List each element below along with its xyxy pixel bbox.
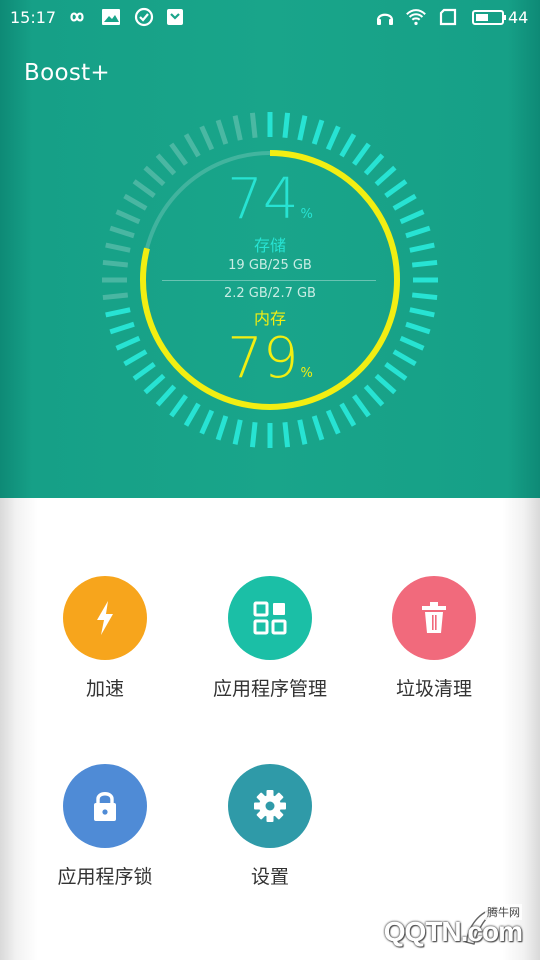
gauge-tick (249, 421, 258, 448)
gauge-tick (339, 133, 357, 158)
gauge-tick (115, 335, 141, 351)
gauge-tick (109, 225, 135, 239)
settings-tile[interactable]: 设置 (185, 764, 355, 889)
gauge-tick (132, 362, 156, 381)
app-manager-label: 应用程序管理 (212, 678, 327, 700)
gauge-tick (352, 394, 371, 418)
boost-label: 加速 (85, 678, 124, 700)
gauge-tick (399, 335, 425, 351)
gauge-tick (249, 112, 258, 139)
gauge-tick (123, 193, 148, 211)
gauge-divider (162, 280, 376, 281)
memory-readout: 2.2 GB/2.7 GB 内存 79% (170, 286, 370, 387)
gauge-tick (199, 125, 215, 151)
tools-panel: 加速 应用程序管理 垃圾清理 应用程序锁 设置 腾牛网 QQTN.com (0, 498, 540, 960)
gauge-tick (215, 415, 229, 441)
gauge-tick (232, 115, 243, 141)
gauge-tick (411, 259, 438, 268)
gauge-tick (132, 179, 156, 198)
gauge-tick (363, 153, 385, 176)
storage-percent: 74 (227, 167, 299, 232)
gauge-tick (155, 153, 177, 176)
app-manager-tile[interactable]: 应用程序管理 (185, 576, 355, 701)
gauge-tick (409, 307, 435, 318)
gauge-tick (297, 115, 308, 141)
watermark: 腾牛网 QQTN.com (332, 894, 532, 954)
gauge-tick (123, 349, 148, 367)
lock-icon (94, 792, 116, 821)
gauge-tick (352, 142, 371, 166)
gauge-tick (297, 419, 308, 445)
gauge-tick (143, 373, 166, 395)
app-lock-tile[interactable]: 应用程序锁 (20, 764, 190, 889)
memory-percent: 79 (227, 326, 299, 391)
gauge-tick (339, 402, 357, 427)
gauge-tick (183, 133, 201, 158)
gauge-tick (199, 409, 215, 435)
gauge-tick (392, 349, 417, 367)
gauge-tick (325, 125, 341, 151)
junk-clean-button[interactable] (392, 576, 476, 660)
gauge-tick (409, 242, 435, 253)
gauge-tick (311, 119, 325, 145)
gauge-tick (169, 142, 188, 166)
grid-icon (253, 601, 287, 635)
gauge-tick (115, 209, 141, 225)
junk-clean-label: 垃圾清理 (395, 678, 472, 700)
storage-readout: 74% 存储 19 GB/25 GB (170, 172, 370, 274)
gauge-tick (109, 321, 135, 335)
gauge-tick (363, 384, 385, 407)
gauge-tick (169, 394, 188, 418)
gauge-tick (102, 259, 129, 268)
app-lock-label: 应用程序锁 (57, 866, 153, 888)
gauge-tick (384, 362, 408, 381)
header-panel: 15:17 44 Boost+ 74 % 存储 19 GB/25 GB 2.2 … (0, 0, 540, 498)
gauge-tick (384, 179, 408, 198)
gear-icon (254, 790, 286, 822)
gauge-tick (325, 409, 341, 435)
boost-button[interactable] (63, 576, 147, 660)
app-lock-button[interactable] (63, 764, 147, 848)
gauge-tick (374, 165, 397, 187)
gauge-tick (105, 307, 131, 318)
boost-tile[interactable]: 加速 (20, 576, 190, 701)
lightning-icon (97, 601, 113, 635)
gauge-tick (105, 242, 131, 253)
gauge-tick (183, 402, 201, 427)
gauge-tick (232, 419, 243, 445)
settings-button[interactable] (228, 764, 312, 848)
junk-clean-tile[interactable]: 垃圾清理 (349, 576, 519, 701)
app-manager-button[interactable] (228, 576, 312, 660)
gauge-tick (405, 225, 431, 239)
settings-label: 设置 (250, 866, 289, 888)
gauge-tick (411, 292, 438, 301)
gauge-tick (155, 384, 177, 407)
gauge-tick (374, 373, 397, 395)
gauge-tick (405, 321, 431, 335)
memory-percent-sign: % (300, 366, 313, 381)
memory-usage: 2.2 GB/2.7 GB (224, 286, 316, 301)
gauge-tick (399, 209, 425, 225)
watermark-brand: QQTN.com (383, 916, 523, 947)
gauge-tick (215, 119, 229, 145)
gauge-tick (392, 193, 417, 211)
storage-percent-sign: % (300, 207, 313, 222)
storage-label: 存储 (253, 236, 286, 255)
trash-icon (422, 602, 446, 633)
gauge-tick (282, 421, 291, 448)
gauge-tick (282, 112, 291, 139)
gauge-tick (102, 292, 129, 301)
storage-usage: 19 GB/25 GB (228, 258, 312, 273)
gauge-tick (143, 165, 166, 187)
gauge-tick (311, 415, 325, 441)
